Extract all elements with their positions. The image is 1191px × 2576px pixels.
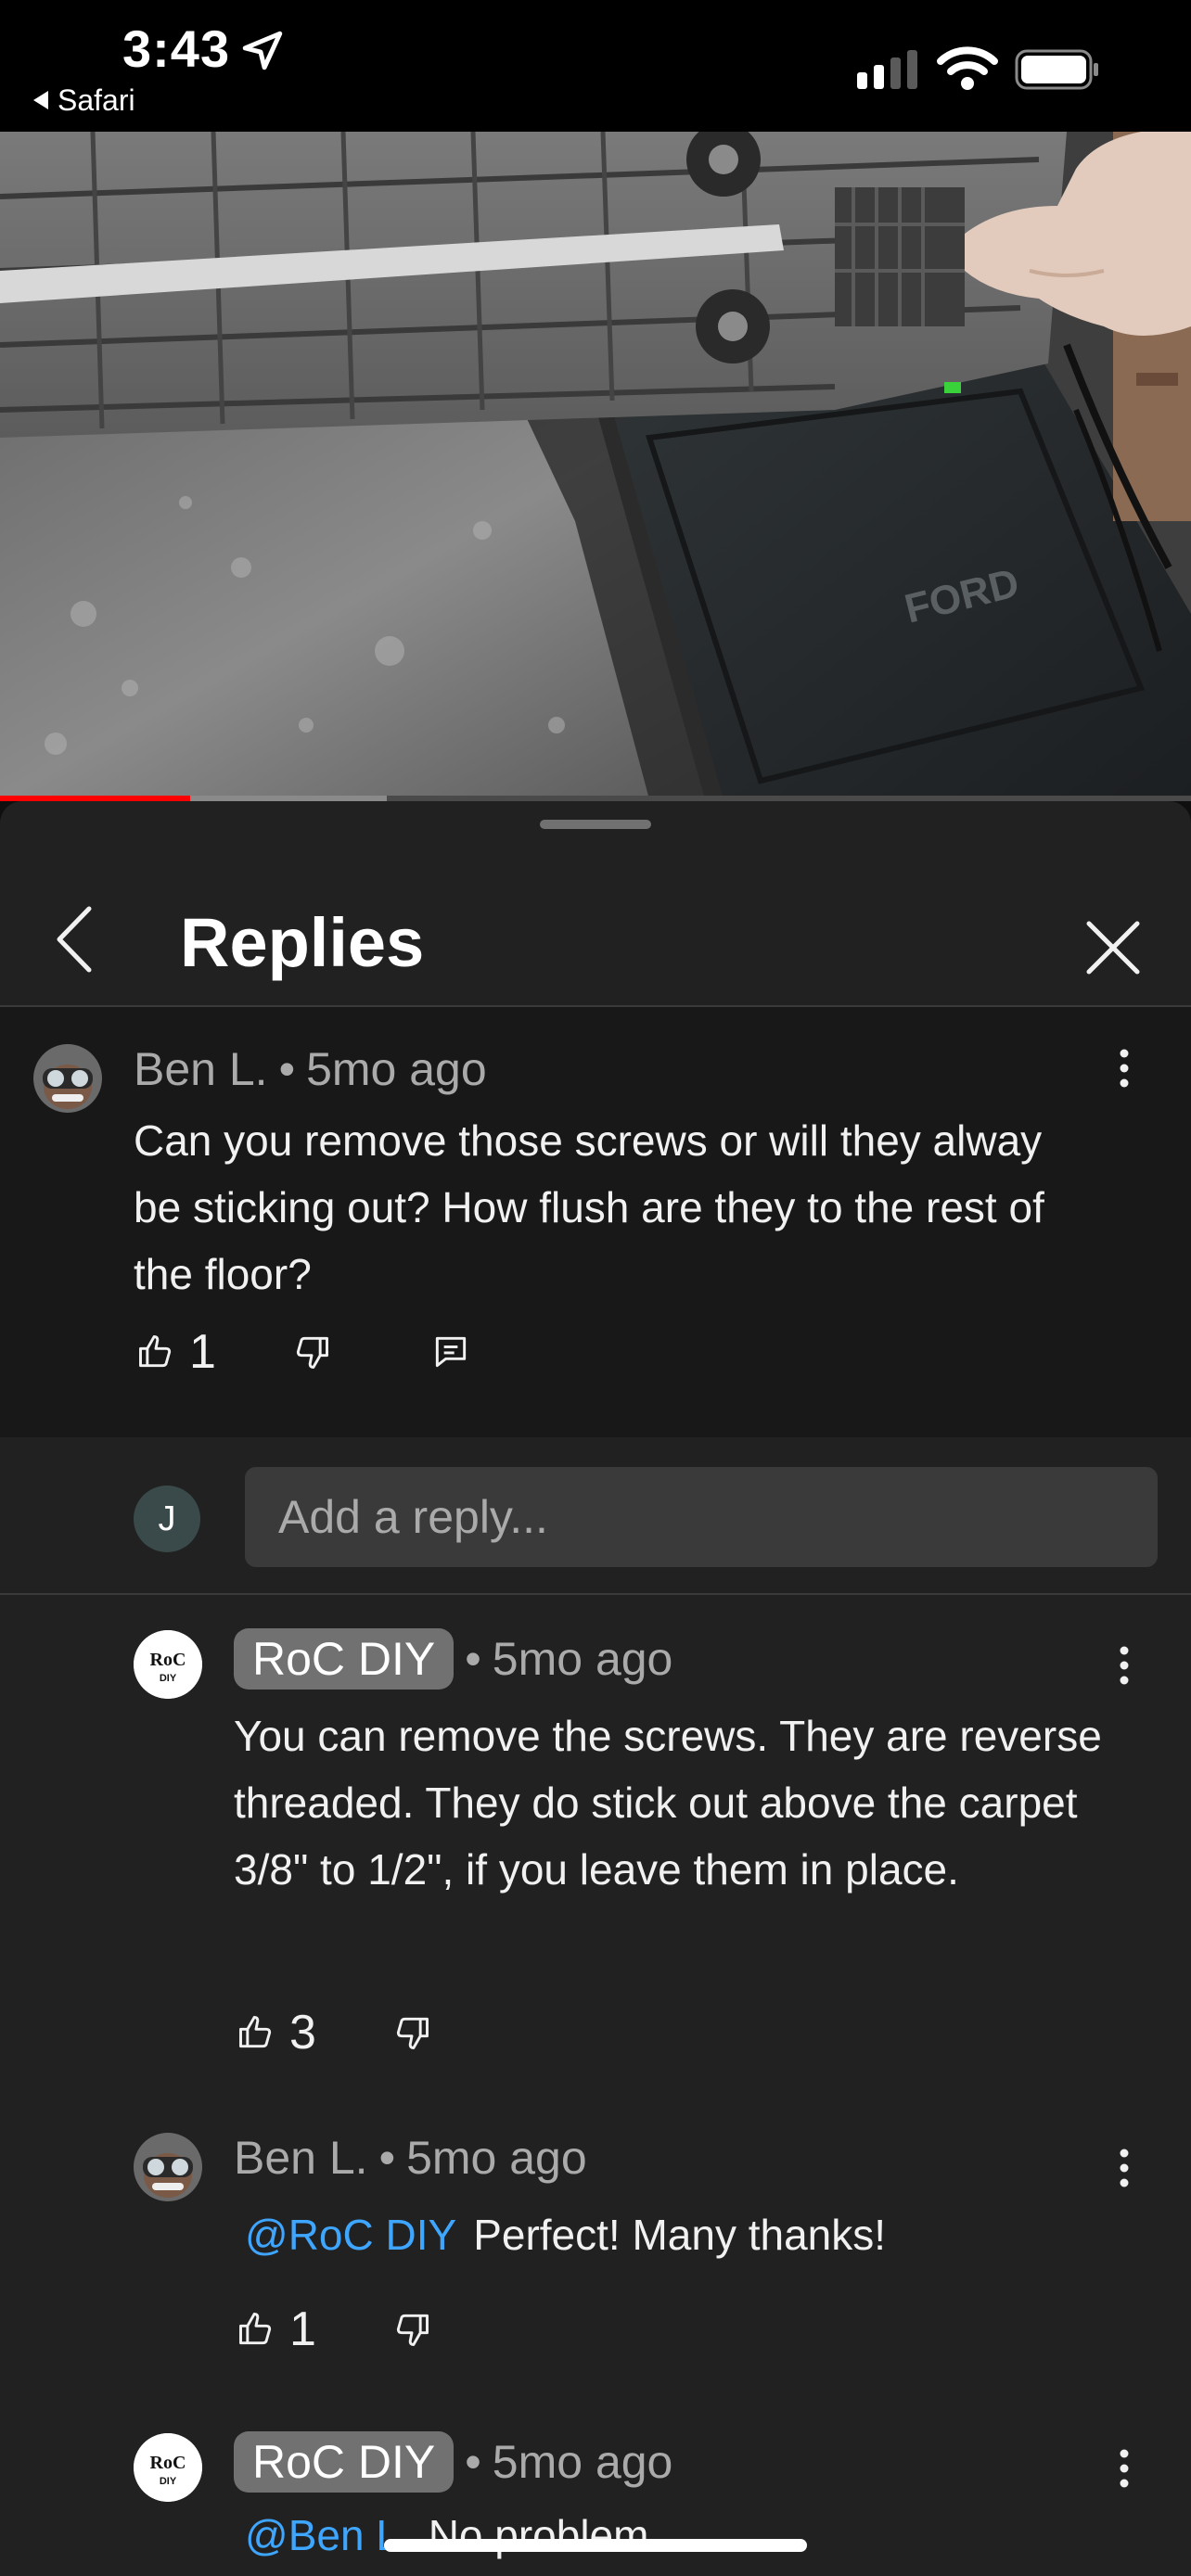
like-count: 1 [189, 1325, 216, 1379]
thumbs-down-icon [396, 2314, 429, 2346]
video-player[interactable]: FORD [0, 132, 1191, 799]
like-button[interactable]: 1 [236, 2302, 316, 2357]
comment-age: 5mo ago [492, 1633, 673, 1685]
composer-divider [0, 1593, 1191, 1595]
current-user-avatar: J [134, 1486, 200, 1552]
channel-logo-icon: RoC DIY [134, 2433, 202, 2502]
channel-logo-icon: RoC DIY [134, 1630, 202, 1699]
avatar[interactable] [33, 1044, 102, 1113]
avatar[interactable] [134, 2133, 202, 2201]
comment-meta: RoC DIY • 5mo ago [234, 2431, 672, 2493]
like-button[interactable]: 3 [236, 2005, 316, 2060]
comment-body: No problem [428, 2511, 649, 2559]
comment-text: @RoC DIY Perfect! Many thanks! [245, 2201, 1135, 2268]
sheet-title: Replies [180, 904, 425, 981]
status-bar: 3:43 Safari [0, 0, 1191, 132]
avatar[interactable]: RoC DIY [134, 2433, 202, 2502]
parent-comment: Ben L. • 5mo ago Can you remove those scre… [0, 1007, 1191, 1437]
wifi-icon [937, 46, 998, 90]
svg-text:RoC: RoC [150, 1650, 186, 1670]
reply-input[interactable] [245, 1467, 1158, 1567]
video-frame: FORD [0, 132, 1191, 799]
comment-text: Can you remove those screws or will they… [134, 1116, 1044, 1298]
svg-text:DIY: DIY [160, 1673, 177, 1684]
like-count: 1 [289, 2302, 316, 2356]
comment-text: You can remove the screws. They are reve… [234, 1712, 1102, 1894]
home-indicator[interactable] [384, 2539, 807, 2552]
comment-age: 5mo ago [306, 1043, 487, 1095]
comment-text: @Ben L. No problem [245, 2502, 1135, 2569]
reply-button[interactable] [430, 1324, 471, 1380]
mention-link[interactable]: @Ben L. [245, 2511, 412, 2559]
thumbs-up-icon [139, 1335, 172, 1368]
mention-link[interactable]: @RoC DIY [245, 2211, 456, 2259]
thumbs-down-icon [396, 2017, 429, 2049]
comment-meta: Ben L. • 5mo ago [134, 1043, 487, 1095]
svg-text:RoC: RoC [150, 2453, 186, 2473]
thumbs-up-icon [239, 2313, 272, 2345]
battery-icon [1015, 49, 1098, 90]
status-time: 3:43 [122, 19, 231, 78]
comment-meta: RoC DIY • 5mo ago [234, 1628, 672, 1690]
more-options-icon[interactable] [1106, 2441, 1143, 2496]
creator-author-chip[interactable]: RoC DIY [234, 1628, 455, 1690]
location-arrow-icon [242, 31, 283, 70]
user-avatar-image [33, 1044, 102, 1113]
back-triangle-icon [33, 90, 48, 109]
comment-meta: Ben L. • 5mo ago [234, 2132, 587, 2184]
reply-composer: J [0, 1437, 1191, 1593]
back-to-safari-link[interactable]: Safari [33, 83, 135, 118]
thumbs-up-icon [239, 2016, 272, 2048]
dislike-button[interactable] [391, 2302, 432, 2357]
svg-text:DIY: DIY [160, 2476, 177, 2487]
more-options-icon[interactable] [1106, 1638, 1143, 1693]
like-button[interactable]: 1 [135, 1324, 216, 1380]
avatar[interactable]: RoC DIY [134, 1630, 202, 1699]
sheet-header: Replies [0, 851, 1191, 1007]
back-arrow-icon[interactable] [37, 899, 117, 979]
user-avatar-image [134, 2133, 202, 2201]
sheet-drag-handle[interactable] [540, 820, 651, 829]
more-options-icon[interactable] [1106, 1040, 1143, 1096]
comment-icon [435, 1336, 467, 1368]
comment-age: 5mo ago [492, 2436, 673, 2488]
comment-author[interactable]: Ben L. [234, 2132, 368, 2184]
back-app-label: Safari [58, 83, 135, 117]
close-icon[interactable] [1067, 901, 1159, 994]
comment-author[interactable]: Ben L. [134, 1043, 268, 1095]
replies-sheet: Replies Ben L. • 5mo ago Can you remove th… [0, 801, 1191, 2576]
thumbs-down-icon [296, 1336, 328, 1369]
comment-age: 5mo ago [406, 2132, 587, 2184]
more-options-icon[interactable] [1106, 2140, 1143, 2196]
dislike-button[interactable] [391, 2005, 432, 2060]
creator-author-chip[interactable]: RoC DIY [234, 2431, 455, 2493]
like-count: 3 [289, 2006, 316, 2060]
cellular-signal-icon [857, 50, 917, 89]
dislike-button[interactable] [291, 1324, 332, 1380]
comment-body: Perfect! Many thanks! [473, 2211, 887, 2259]
